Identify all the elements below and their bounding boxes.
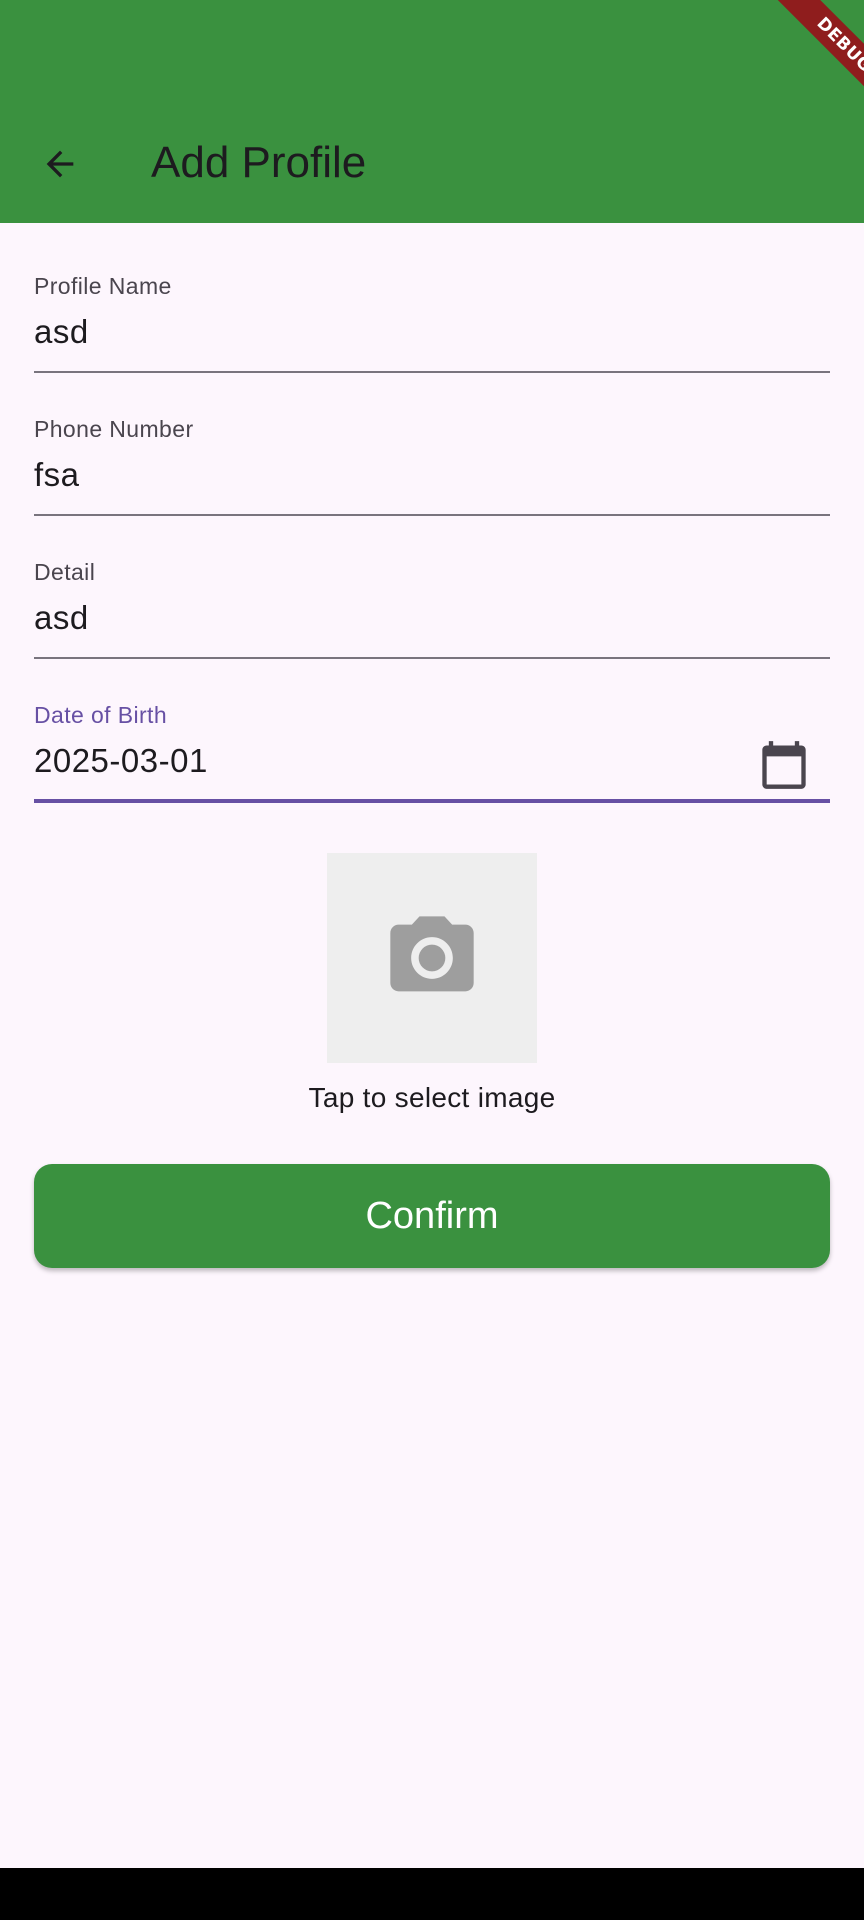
app-bar: Add Profile xyxy=(0,0,864,223)
phone-number-underline xyxy=(34,514,830,516)
detail-value: asd xyxy=(34,599,89,636)
calendar-icon xyxy=(762,741,806,789)
page-title: Add Profile xyxy=(151,138,367,187)
date-of-birth-underline xyxy=(34,799,830,803)
date-of-birth-field[interactable]: Date of Birth 2025-03-01 xyxy=(34,697,830,805)
system-navigation-bar xyxy=(0,1868,864,1920)
profile-name-underline xyxy=(34,371,830,373)
profile-name-value: asd xyxy=(34,313,89,350)
date-of-birth-label: Date of Birth xyxy=(34,702,168,728)
date-of-birth-value: 2025-03-01 xyxy=(34,742,208,779)
confirm-button[interactable]: Confirm xyxy=(34,1164,830,1268)
image-picker[interactable] xyxy=(327,853,537,1063)
detail-field[interactable]: Detail asd xyxy=(34,554,830,662)
calendar-button[interactable] xyxy=(756,737,812,793)
camera-icon xyxy=(390,916,474,992)
image-picker-caption[interactable]: Tap to select image xyxy=(0,1082,864,1114)
back-button[interactable] xyxy=(24,128,96,200)
detail-underline xyxy=(34,657,830,659)
phone-number-value: fsa xyxy=(34,456,80,493)
profile-name-label: Profile Name xyxy=(34,273,172,299)
profile-name-field[interactable]: Profile Name asd xyxy=(34,268,830,376)
phone-number-label: Phone Number xyxy=(34,416,194,442)
detail-label: Detail xyxy=(34,559,96,585)
phone-number-field[interactable]: Phone Number fsa xyxy=(34,411,830,519)
arrow-back-icon xyxy=(46,150,74,178)
